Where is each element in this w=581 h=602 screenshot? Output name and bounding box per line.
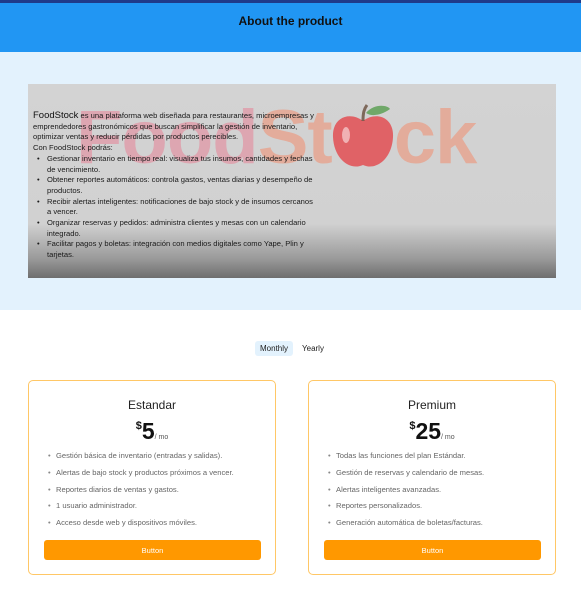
about-lead: Con FoodStock podrás: [33,143,113,153]
list-item: Acceso desde web y dispositivos móviles. [48,518,234,535]
plan-price: $5/ mo [29,418,275,445]
list-item: Gestión básica de inventario (entradas y… [48,451,234,468]
plan-feature-list: Todas las funciones del plan Estándar. G… [328,451,484,535]
list-item: Organizar reservas y pedidos: administra… [33,218,318,239]
list-item: Generación automática de boletas/factura… [328,518,484,535]
list-item: Obtener reportes automáticos: controla g… [33,175,318,196]
about-banner: FoodSt ck FoodStock es una plataforma we… [28,84,556,278]
yearly-toggle-button[interactable]: Yearly [297,341,329,356]
list-item: Todas las funciones del plan Estándar. [328,451,484,468]
brand-name: FoodStock [33,110,79,121]
list-item: Reportes diarios de ventas y gastos. [48,485,234,502]
page-title: About the product [238,14,343,28]
about-intro: FoodStock es una plataforma web diseñada… [33,110,318,143]
price-amount: 25 [415,418,442,444]
price-amount: 5 [141,418,155,444]
plan-card-premium: Premium $25/ mo Todas las funciones del … [308,380,556,575]
price-currency: $ [135,420,142,432]
about-section: FoodSt ck FoodStock es una plataforma we… [0,52,581,310]
price-currency: $ [409,420,416,432]
list-item: Reportes personalizados. [328,501,484,518]
logo-text-ck: ck [393,95,478,180]
billing-toggle: Monthly Yearly [255,341,329,356]
list-item: Alertas de bajo stock y productos próxim… [48,468,234,485]
plan-premium-button[interactable]: Button [324,540,541,560]
plan-card-estandar: Estandar $5/ mo Gestión básica de invent… [28,380,276,575]
price-period: / mo [154,434,169,441]
list-item: Gestión de reservas y calendario de mesa… [328,468,484,485]
plan-name: Estandar [127,398,177,412]
list-item: Gestionar inventario en tiempo real: vis… [33,154,318,175]
apple-icon [332,104,393,167]
price-period: / mo [441,434,455,441]
plan-price: $25/ mo [309,418,555,445]
feature-list: Gestionar inventario en tiempo real: vis… [33,154,318,261]
monthly-toggle-button[interactable]: Monthly [255,341,294,356]
list-item: Recibir alertas inteligentes: notificaci… [33,197,318,218]
list-item: 1 usuario administrador. [48,501,234,518]
plan-feature-list: Gestión básica de inventario (entradas y… [48,451,234,535]
plan-estandar-button[interactable]: Button [44,540,261,560]
plan-name: Premium [407,398,456,412]
about-description: FoodStock es una plataforma web diseñada… [33,110,318,261]
page-header: About the product [0,3,581,52]
list-item: Facilitar pagos y boletas: integración c… [33,239,318,260]
list-item: Alertas inteligentes avanzadas. [328,485,484,502]
